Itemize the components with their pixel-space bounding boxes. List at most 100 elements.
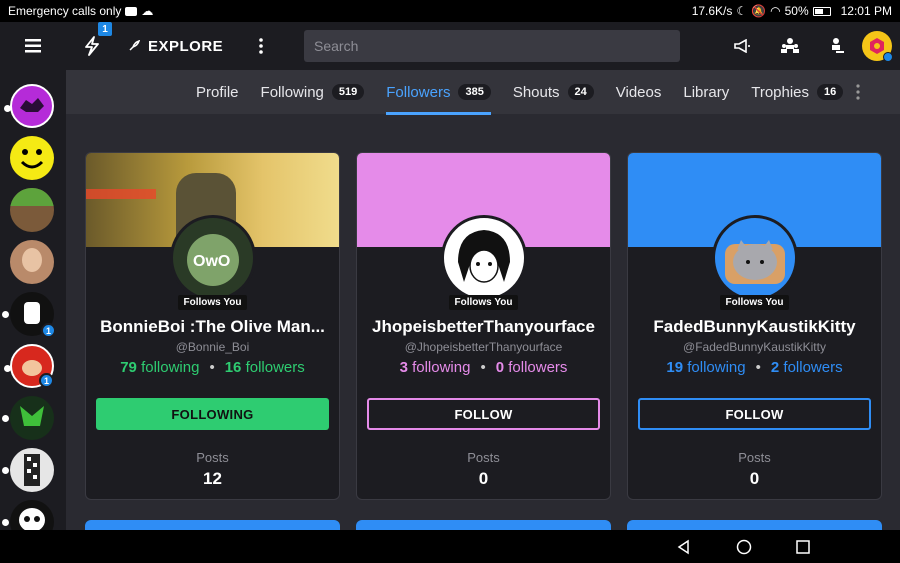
user-list-button[interactable]	[814, 22, 862, 70]
profile-main: Profile Following 519 Followers 385 Shouts…	[66, 70, 900, 530]
group-button[interactable]	[766, 22, 814, 70]
tab-label: Profile	[196, 83, 239, 101]
following-button[interactable]: FOLLOWING	[96, 398, 329, 430]
pusheen-avatar-icon	[725, 240, 785, 284]
follower-card[interactable]: Follows You JhopeisbetterThanyourface @J…	[356, 152, 611, 500]
tab-label: Trophies	[751, 83, 810, 101]
posts-count: 0	[478, 469, 489, 488]
profile-avatar-icon	[870, 38, 884, 54]
tab-following[interactable]: Following 519	[261, 70, 365, 114]
followers-count: 0	[495, 359, 505, 376]
sidebar-item-sans-skull[interactable]	[2, 500, 54, 530]
cloud-icon: ☁	[141, 4, 154, 18]
following-label: following	[412, 359, 471, 376]
tab-profile[interactable]: Profile	[196, 70, 239, 114]
follower-card-next-row[interactable]	[356, 520, 611, 530]
tab-label: Following	[260, 83, 324, 101]
tab-count: 385	[458, 84, 491, 100]
profile-tabs: Profile Following 519 Followers 385 Shouts…	[66, 70, 900, 115]
owo-avatar-icon: OwO	[187, 234, 239, 286]
tab-label: Videos	[615, 83, 662, 101]
profile-avatar-button[interactable]	[862, 31, 893, 62]
following-count: 3	[399, 359, 408, 376]
follow-button[interactable]: FOLLOW	[638, 398, 871, 430]
sidebar-item-mario[interactable]: 1	[4, 344, 54, 388]
more-options-button[interactable]	[241, 38, 281, 54]
explore-label: EXPLORE	[148, 37, 224, 55]
sidebar-item-person[interactable]	[10, 240, 54, 284]
following-label: following	[687, 359, 746, 376]
follower-card[interactable]: OwO Follows You BonnieBoi :The Olive Man…	[85, 152, 340, 500]
unread-dot	[2, 519, 9, 526]
follower-card-next-row[interactable]	[85, 520, 340, 530]
follows-you-badge: Follows You	[357, 292, 610, 310]
unread-dot	[2, 415, 9, 422]
follows-you-badge: Follows You	[628, 292, 881, 310]
follower-handle: @Bonnie_Boi	[175, 340, 250, 354]
tab-count: 519	[331, 84, 365, 100]
sidebar-item-minecraft-block[interactable]	[10, 188, 54, 232]
sidebar-item-character[interactable]: 1	[2, 292, 56, 338]
group-people-icon	[781, 38, 799, 53]
moon-icon: ☾	[736, 4, 748, 18]
grass-block-icon	[10, 188, 54, 206]
unread-dot	[4, 105, 11, 112]
follower-stats: 79 following • 16 followers	[120, 359, 305, 376]
followers-count: 2	[770, 359, 780, 376]
follower-card-next-row[interactable]	[627, 520, 882, 530]
tab-label: Library	[683, 83, 730, 101]
person-face-icon	[22, 248, 42, 272]
follower-stats: 3 following • 0 followers	[399, 359, 568, 376]
tab-videos[interactable]: Videos	[616, 70, 662, 114]
posts-label: Posts	[196, 450, 229, 465]
youtube-icon	[125, 6, 138, 16]
battery-icon	[812, 6, 831, 16]
tab-label: Followers	[386, 83, 451, 101]
follower-avatar[interactable]: OwO	[170, 215, 256, 301]
notifications-button[interactable]: 1	[72, 22, 112, 70]
follower-avatar[interactable]	[712, 215, 798, 301]
sidebar-item-wolf-purple[interactable]	[4, 84, 54, 128]
explore-button[interactable]: EXPLORE	[128, 38, 223, 55]
home-icon[interactable]	[736, 539, 752, 555]
follower-name[interactable]: BonnieBoi :The Olive Man...	[94, 317, 331, 337]
tab-trophies[interactable]: Trophies 16	[751, 70, 844, 114]
anime-girl-avatar-icon	[458, 230, 510, 283]
character-icon	[24, 302, 40, 324]
top-actions	[718, 22, 900, 70]
android-navigation-bar	[0, 530, 900, 563]
tabs-more-button[interactable]	[856, 70, 860, 114]
pixel-figure-icon	[24, 454, 40, 486]
following-count: 79	[120, 359, 137, 376]
search-placeholder: Search	[314, 38, 359, 54]
hamburger-menu-button[interactable]	[0, 22, 66, 70]
follower-avatar[interactable]	[441, 215, 527, 301]
tab-followers[interactable]: Followers 385	[386, 70, 491, 115]
recents-icon[interactable]	[796, 539, 810, 554]
sidebar-item-green-creature[interactable]	[2, 396, 54, 440]
follow-button[interactable]: FOLLOW	[367, 398, 600, 430]
follower-handle: @FadedBunnyKaustikKitty	[683, 340, 826, 354]
tab-shouts[interactable]: Shouts 24	[513, 70, 594, 114]
back-icon[interactable]	[676, 539, 692, 555]
follower-name[interactable]: FadedBunnyKaustikKitty	[636, 317, 873, 337]
follower-name[interactable]: JhopeisbetterThanyourface	[365, 317, 602, 337]
clock: 12:01 PM	[840, 4, 892, 18]
follower-card[interactable]: Follows You FadedBunnyKaustikKitty @Fade…	[627, 152, 882, 500]
tab-label: Shouts	[512, 83, 560, 101]
following-label: following	[141, 359, 200, 376]
tab-library[interactable]: Library	[683, 70, 729, 114]
app-top-bar: 1 EXPLORE Search	[0, 22, 900, 70]
follower-stats: 19 following • 2 followers	[666, 359, 843, 376]
sidebar-item-pixel-figure[interactable]	[2, 448, 54, 492]
network-status-text: Emergency calls only	[8, 4, 122, 18]
smiley-icon	[20, 149, 44, 169]
vertical-dots-icon	[856, 84, 860, 100]
announcements-button[interactable]	[718, 22, 766, 70]
skull-icon	[19, 508, 45, 530]
followers-label: followers	[508, 359, 568, 376]
search-input[interactable]: Search	[304, 30, 680, 62]
sidebar-item-smiley[interactable]	[10, 136, 54, 180]
network-speed: 17.6K/s	[691, 4, 733, 18]
posts-count: 0	[749, 469, 760, 488]
